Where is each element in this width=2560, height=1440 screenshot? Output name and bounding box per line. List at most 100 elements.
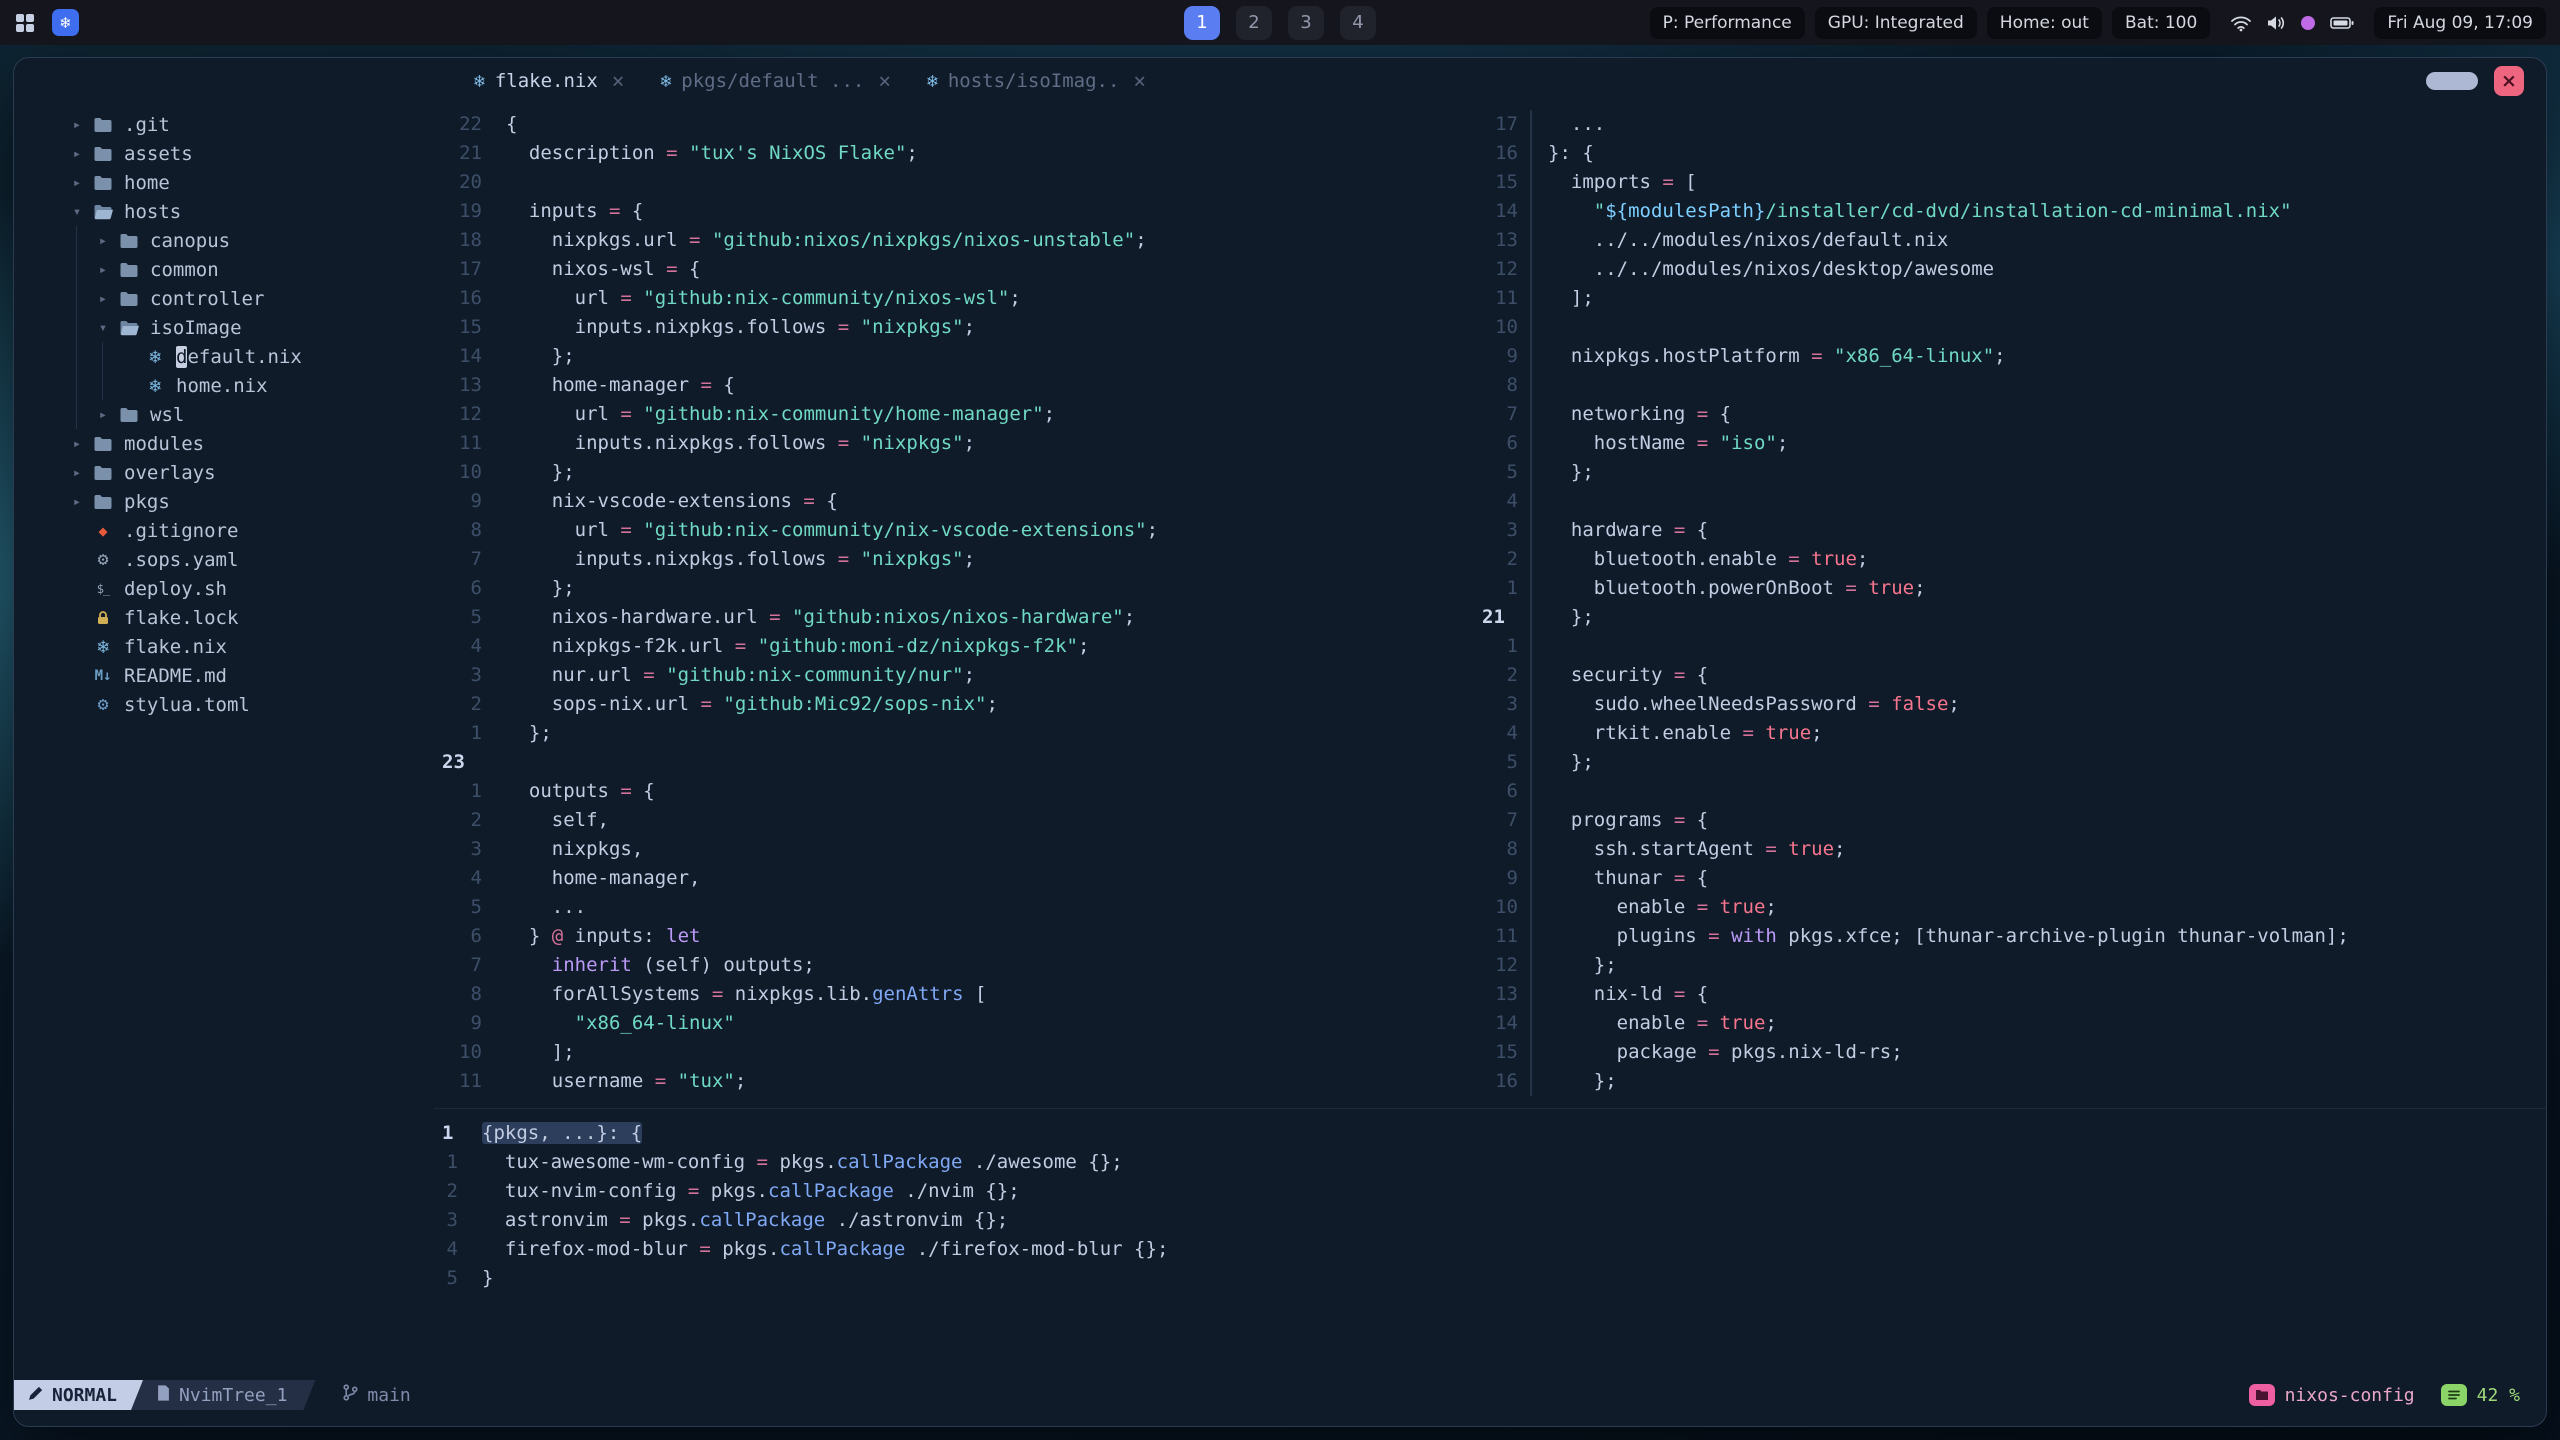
code-line: 7 programs = { [1474,806,2546,835]
code-line: 16}: { [1474,139,2546,168]
chevron-right-icon[interactable]: ▸ [64,117,90,133]
indicator-dot-icon[interactable] [2300,15,2316,31]
chevron-right-icon[interactable]: ▸ [90,291,116,307]
line-number: 7 [1506,809,1518,831]
code-line: 1 outputs = { [434,777,1474,806]
folder-icon [90,146,116,162]
workspace-3[interactable]: 3 [1288,5,1324,40]
workspace-1[interactable]: 1 [1184,5,1220,40]
wifi-icon[interactable] [2230,14,2252,32]
indent-guide [90,371,116,400]
line-number: 18 [459,229,482,251]
line-number: 3 [470,664,482,686]
tree-item-.git[interactable]: ▸ .git [64,110,434,139]
code-line: 14 }; [434,342,1474,371]
window-toggle-button[interactable] [2426,72,2478,90]
tree-item-flake.lock[interactable]: flake.lock [64,603,434,632]
folder-icon [90,436,116,452]
chevron-down-icon[interactable]: ▾ [64,204,90,220]
indent-guide [64,400,90,429]
editor-pane-flake[interactable]: 22{21 description = "tux's NixOS Flake";… [434,104,1474,1108]
tree-item-assets[interactable]: ▸ assets [64,139,434,168]
line-number: 15 [1495,1041,1518,1063]
tree-item-default.nix[interactable]: ❄ default.nix [64,342,434,371]
code-line: 4 firefox-mod-blur = pkgs.callPackage ./… [434,1235,2546,1264]
line-number: 1 [470,780,482,802]
tree-item-common[interactable]: ▸ common [64,255,434,284]
line-number: 1 [470,722,482,744]
code-line: 8 url = "github:nix-community/nix-vscode… [434,516,1474,545]
line-number: 13 [1495,983,1518,1005]
chevron-right-icon[interactable]: ▸ [90,233,116,249]
tab-close-icon[interactable]: × [1133,69,1146,93]
tree-item-stylua.toml[interactable]: ⚙ stylua.toml [64,690,434,719]
code-line: 5 nixos-hardware.url = "github:nixos/nix… [434,603,1474,632]
tree-item-.gitignore[interactable]: ◆ .gitignore [64,516,434,545]
code-line: 14 enable = true; [1474,1009,2546,1038]
progress-label: 42 % [2476,1384,2520,1406]
chevron-down-icon[interactable]: ▾ [90,320,116,336]
tree-item-README.md[interactable]: M↓ README.md [64,661,434,690]
tab-close-icon[interactable]: × [612,69,625,93]
workspace-2[interactable]: 2 [1236,5,1272,40]
line-number: 4 [446,1238,458,1260]
window-close-button[interactable]: × [2494,66,2524,96]
tree-item-label: overlays [124,461,216,484]
editor-pane-isoimage[interactable]: 17 ... 16}: {15 imports = [14 "${modulesP… [1474,104,2546,1108]
tree-item-deploy.sh[interactable]: $_ deploy.sh [64,574,434,603]
chevron-right-icon[interactable]: ▸ [90,407,116,423]
chevron-right-icon[interactable]: ▸ [64,436,90,452]
line-number: 2 [446,1180,458,1202]
code-line: 3 astronvim = pkgs.callPackage ./astronv… [434,1206,2546,1235]
nix-icon: ❄ [149,374,161,397]
chevron-right-icon[interactable]: ▸ [64,175,90,191]
code-line: 10 ]; [434,1038,1474,1067]
chevron-right-icon[interactable]: ▸ [90,262,116,278]
tree-item-home.nix[interactable]: ❄ home.nix [64,371,434,400]
code-line: 3 nixpkgs, [434,835,1474,864]
code-line: 9 "x86_64-linux" [434,1009,1474,1038]
tab-close-icon[interactable]: × [878,69,891,93]
code-line: 23 [434,748,1474,777]
line-number: 11 [459,1070,482,1092]
chevron-right-icon[interactable]: ▸ [64,465,90,481]
tab-pkgs-default-...[interactable]: ❄ pkgs/default ... × [660,69,891,93]
apps-grid-icon[interactable] [14,12,36,34]
code-line: 14 "${modulesPath}/installer/cd-dvd/inst… [1474,197,2546,226]
volume-icon[interactable] [2266,15,2286,31]
code-line: 8 [1474,371,2546,400]
tab-flake.nix[interactable]: ❄ flake.nix × [474,69,624,93]
tab-hosts-isoImag..[interactable]: ❄ hosts/isoImag.. × [927,69,1146,93]
chevron-right-icon[interactable]: ▸ [64,494,90,510]
tab-list: ❄ flake.nix × ❄ pkgs/default ... × ❄ hosts/isoI… [14,58,1146,104]
tree-item-wsl[interactable]: ▸ wsl [64,400,434,429]
code-line: 5} [434,1264,2546,1293]
tree-item-modules[interactable]: ▸ modules [64,429,434,458]
folder-icon [116,407,142,423]
distro-logo-icon[interactable]: ❄ [52,9,79,36]
line-number: 7 [1506,403,1518,425]
tree-item-.sops.yaml[interactable]: ⚙ .sops.yaml [64,545,434,574]
tree-item-controller[interactable]: ▸ controller [64,284,434,313]
tree-item-label: assets [124,142,193,165]
tree-item-overlays[interactable]: ▸ overlays [64,458,434,487]
tree-item-label: stylua.toml [124,693,250,716]
code-line: 2 sops-nix.url = "github:Mic92/sops-nix"… [434,690,1474,719]
tree-item-hosts[interactable]: ▾ hosts [64,197,434,226]
tree-item-canopus[interactable]: ▸ canopus [64,226,434,255]
line-number: 20 [459,171,482,193]
tree-item-pkgs[interactable]: ▸ pkgs [64,487,434,516]
workspace-4[interactable]: 4 [1340,5,1376,40]
folder-icon [90,117,116,133]
tree-item-flake.nix[interactable]: ❄ flake.nix [64,632,434,661]
tree-item-label: .gitignore [124,519,239,542]
code-line: 5 ... [434,893,1474,922]
tree-item-isoImage[interactable]: ▾ isoImage [64,313,434,342]
chevron-right-icon[interactable]: ▸ [64,146,90,162]
mode-label: NORMAL [52,1384,118,1406]
tree-item-home[interactable]: ▸ home [64,168,434,197]
battery-icon[interactable] [2330,16,2354,30]
topbar: ❄ 1234 P: Performance GPU: Integrated Home… [0,0,2560,45]
editor-pane-pkgs[interactable]: 1 {pkgs, ...}: {1 tux-awesome-wm-config =… [434,1108,2546,1380]
pencil-icon [28,1385,43,1406]
